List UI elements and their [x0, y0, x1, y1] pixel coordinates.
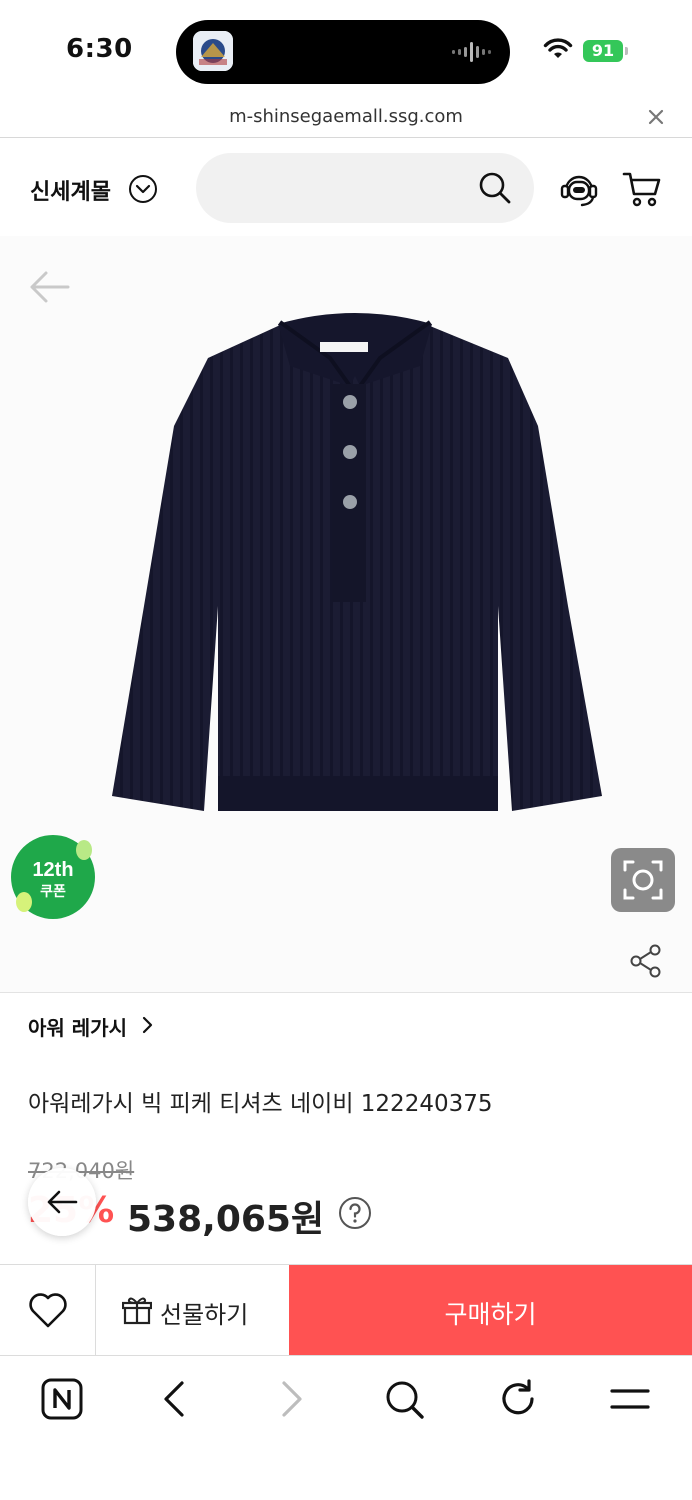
search-input[interactable]: [196, 153, 534, 223]
coupon-badge[interactable]: 12th 쿠폰: [10, 834, 96, 920]
browser-toolbar: [0, 1357, 692, 1500]
forward-icon[interactable]: [268, 1377, 312, 1421]
dynamic-island[interactable]: [176, 20, 510, 84]
site-header: 신세계몰: [0, 140, 692, 236]
naver-icon[interactable]: [40, 1377, 84, 1421]
gift-icon: [122, 1297, 152, 1325]
status-time: 6:30: [66, 34, 133, 64]
sale-price: 538,065원: [127, 1199, 325, 1240]
menu-icon[interactable]: [608, 1377, 652, 1421]
brand-link[interactable]: 아워 레가시: [28, 1012, 127, 1041]
battery-level: 91: [591, 41, 615, 60]
purchase-action-bar: 선물하기 구매하기: [0, 1264, 692, 1356]
product-title: 아워레가시 빅 피케 티셔츠 네이비 122240375: [28, 1091, 493, 1117]
heart-icon: [29, 1293, 67, 1328]
url-text[interactable]: m-shinsegaemall.ssg.com: [0, 106, 692, 127]
back-arrow-icon[interactable]: [28, 270, 70, 304]
audio-wave-icon: [452, 42, 491, 62]
gift-button[interactable]: 선물하기: [96, 1265, 289, 1355]
gift-label: 선물하기: [160, 1301, 249, 1329]
back-arrow-icon: [47, 1190, 78, 1214]
chevron-down-icon[interactable]: [128, 174, 158, 204]
close-icon[interactable]: [646, 107, 666, 127]
battery-tip: [625, 47, 628, 55]
share-icon[interactable]: [630, 944, 662, 978]
camera-icon: [623, 860, 663, 900]
product-image-area[interactable]: 12th 쿠폰: [0, 236, 692, 992]
search-icon[interactable]: [382, 1377, 426, 1421]
app-thumbnail-icon: [193, 31, 233, 71]
buy-label: 구매하기: [444, 1300, 537, 1329]
coupon-line2: 쿠폰: [40, 884, 66, 900]
product-image: [112, 313, 602, 811]
chevron-right-icon[interactable]: [140, 1016, 154, 1034]
battery-icon: 91: [583, 40, 623, 62]
refresh-icon[interactable]: [496, 1377, 540, 1421]
cart-icon[interactable]: [622, 170, 662, 208]
section-divider: [0, 992, 692, 993]
chatbot-icon[interactable]: [558, 168, 600, 210]
site-logo[interactable]: 신세계몰: [30, 174, 111, 206]
buy-button[interactable]: 구매하기: [289, 1265, 692, 1355]
wishlist-button[interactable]: [0, 1265, 96, 1355]
coupon-line1: 12th: [32, 859, 73, 881]
back-icon[interactable]: [154, 1377, 198, 1421]
status-bar: 6:30 91: [0, 0, 692, 100]
url-bar[interactable]: m-shinsegaemall.ssg.com: [0, 100, 692, 138]
help-icon[interactable]: [338, 1196, 372, 1230]
wifi-icon: [543, 38, 573, 58]
search-icon[interactable]: [478, 171, 512, 205]
camera-search-button[interactable]: [611, 848, 675, 912]
floating-back-button[interactable]: [28, 1168, 96, 1236]
